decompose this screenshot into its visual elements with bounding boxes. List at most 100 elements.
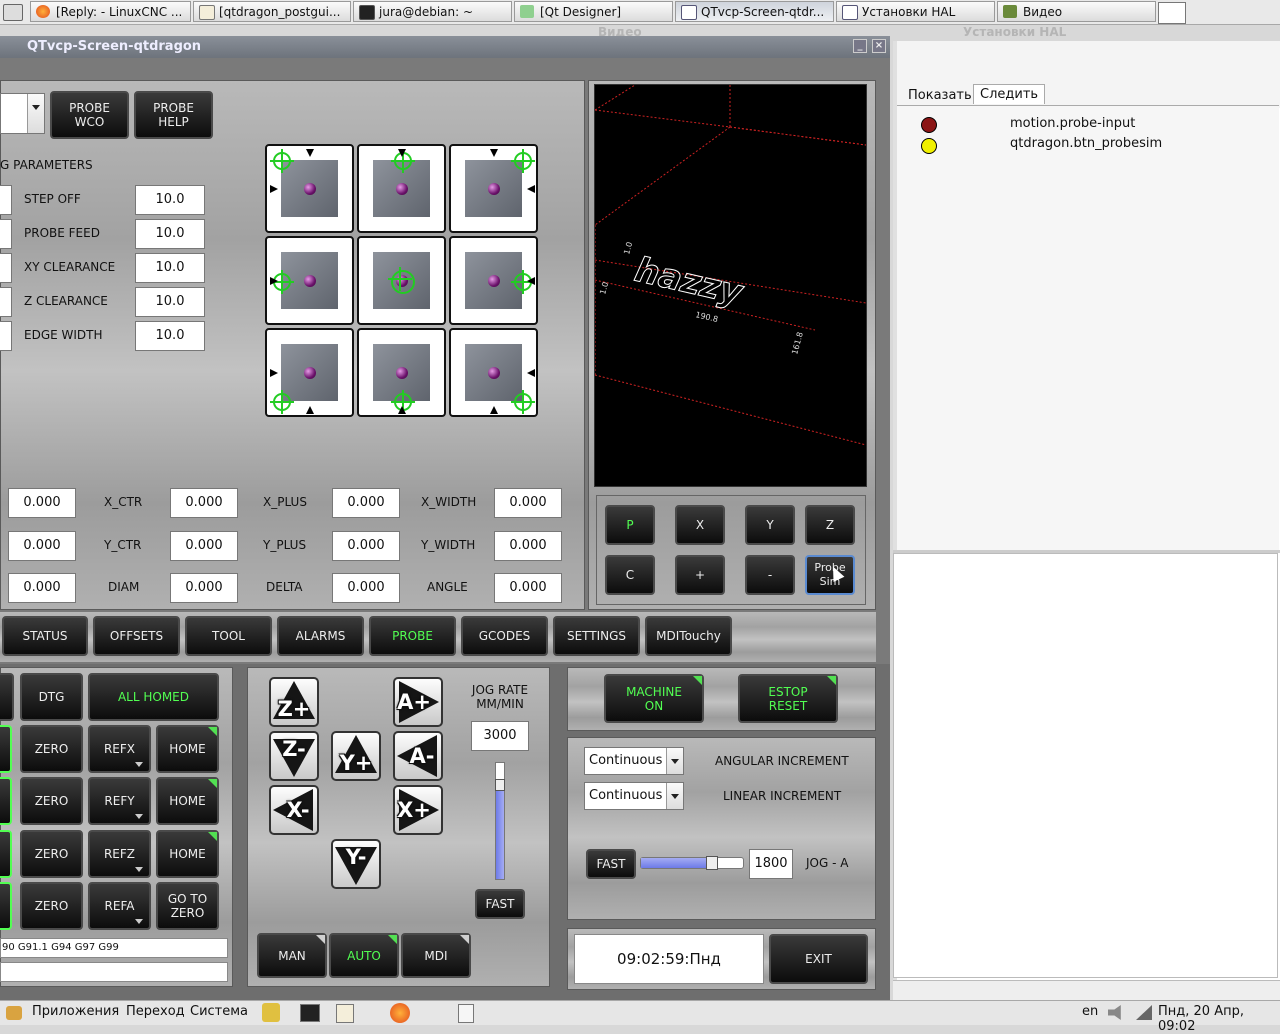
view-z-button[interactable]: Z [805, 505, 855, 545]
jog-a-minus-button[interactable]: A- [393, 731, 443, 781]
result-field[interactable]: 0.000 [8, 488, 76, 518]
jog-a-field[interactable]: 1800 [749, 849, 793, 879]
show-desktop-icon[interactable] [3, 4, 23, 21]
tab-gcodes[interactable]: GCODES [461, 616, 548, 656]
network-icon[interactable] [1136, 1005, 1152, 1020]
param-left-field[interactable] [0, 321, 12, 351]
volume-icon[interactable] [1108, 1005, 1121, 1020]
gcode-preview[interactable]: hazzy 190.8 161.8 1.0 1.0 [594, 84, 867, 487]
task-button-terminal[interactable]: jura@debian: ~ [353, 1, 512, 22]
jog-fast-button[interactable]: FAST [475, 889, 525, 919]
dro-axis-button[interactable] [0, 673, 14, 721]
refa-button[interactable]: REFA [88, 882, 151, 930]
zero-y-button[interactable]: ZERO [20, 777, 83, 825]
jog-rate-slider[interactable] [495, 762, 505, 880]
param-left-field[interactable] [0, 253, 12, 283]
estop-reset-button[interactable]: ESTOP RESET [738, 674, 838, 723]
x-ctr-field[interactable]: 0.000 [170, 488, 238, 518]
minimize-icon[interactable]: _ [853, 39, 867, 53]
menu-applications[interactable]: Приложения [32, 1004, 119, 1019]
task-button-editor[interactable]: [qtdragon_postgui... [193, 1, 351, 22]
view-p-button[interactable]: P [605, 505, 655, 545]
jog-a-plus-button[interactable]: A+ [393, 677, 443, 727]
delta-field[interactable]: 0.000 [332, 573, 400, 603]
angular-increment-combo[interactable]: Continuous [584, 747, 684, 775]
probe-corner-bottom-right-button[interactable] [449, 328, 538, 417]
terminal-launcher-icon[interactable] [300, 1004, 320, 1022]
menu-system[interactable]: Система [190, 1004, 248, 1019]
probe-help-button[interactable]: PROBE HELP [134, 91, 213, 139]
editor-launcher-icon[interactable] [336, 1004, 354, 1023]
dtg-button[interactable]: DTG [20, 673, 83, 721]
x-width-field[interactable]: 0.000 [494, 488, 562, 518]
xy-clearance-field[interactable]: 10.0 [135, 253, 205, 283]
tab-status[interactable]: STATUS [2, 616, 88, 656]
close-icon[interactable]: × [872, 39, 886, 53]
probe-wco-button[interactable]: PROBE WCO [50, 91, 129, 139]
jog-a-fast-button[interactable]: FAST [586, 849, 636, 879]
tab-mditouchy[interactable]: MDITouchy [645, 616, 732, 656]
refy-button[interactable]: REFY [88, 777, 151, 825]
home-y-button[interactable]: HOME [156, 777, 219, 825]
jog-a-slider-handle[interactable] [706, 856, 718, 870]
view-y-button[interactable]: Y [745, 505, 795, 545]
go-to-zero-button[interactable]: GO TO ZERO [156, 882, 219, 930]
mode-man-button[interactable]: MAN [257, 933, 327, 978]
zero-a-button[interactable]: ZERO [20, 882, 83, 930]
result-field[interactable]: 0.000 [8, 573, 76, 603]
y-width-field[interactable]: 0.000 [494, 531, 562, 561]
task-button-hal[interactable]: Установки HAL [836, 1, 995, 22]
task-button-qtvcp[interactable]: QTvcp-Screen-qtdr... [675, 1, 834, 22]
jog-z-plus-button[interactable]: Z+ [269, 677, 319, 727]
clear-view-button[interactable]: C [605, 555, 655, 595]
probe-corner-top-left-button[interactable] [265, 144, 354, 233]
zero-z-button[interactable]: ZERO [20, 830, 83, 878]
param-left-field[interactable] [0, 219, 12, 249]
trash-icon[interactable] [458, 1004, 474, 1023]
tab-probe[interactable]: PROBE [369, 616, 456, 656]
param-left-field[interactable] [0, 287, 12, 317]
tab-alarms[interactable]: ALARMS [277, 616, 364, 656]
angle-field[interactable]: 0.000 [494, 573, 562, 603]
exit-button[interactable]: EXIT [769, 934, 868, 984]
step-off-field[interactable]: 10.0 [135, 185, 205, 215]
menu-places[interactable]: Переход [126, 1004, 185, 1019]
jog-rate-field[interactable]: 3000 [471, 721, 529, 751]
tab-settings[interactable]: SETTINGS [553, 616, 640, 656]
mode-mdi-button[interactable]: MDI [401, 933, 471, 978]
probe-bottom-edge-button[interactable] [357, 328, 446, 417]
y-ctr-field[interactable]: 0.000 [170, 531, 238, 561]
mode-auto-button[interactable]: AUTO [329, 933, 399, 978]
probe-mode-combo[interactable] [0, 93, 45, 134]
refx-button[interactable]: REFX [88, 725, 151, 773]
linuxcnc-launcher-icon[interactable] [262, 1003, 280, 1022]
tab-tool[interactable]: TOOL [185, 616, 272, 656]
result-field[interactable]: 0.000 [8, 531, 76, 561]
task-button-firefox[interactable]: [Reply: - LinuxCNC ... [30, 1, 191, 22]
jog-a-slider[interactable] [640, 856, 744, 870]
jog-x-plus-button[interactable]: X+ [393, 785, 443, 835]
edge-width-field[interactable]: 10.0 [135, 321, 205, 351]
task-button-video[interactable]: Видео [997, 1, 1156, 22]
home-z-button[interactable]: HOME [156, 830, 219, 878]
view-x-button[interactable]: X [675, 505, 725, 545]
probe-center-button[interactable] [357, 236, 446, 325]
zero-x-button[interactable]: ZERO [20, 725, 83, 773]
keyboard-layout[interactable]: en [1082, 1004, 1098, 1019]
clock-datetime[interactable]: Пнд, 20 Апр, 09:02 [1158, 1004, 1280, 1034]
tab-watch[interactable]: Следить [973, 84, 1046, 104]
probe-left-edge-button[interactable] [265, 236, 354, 325]
firefox-launcher-icon[interactable] [390, 1003, 410, 1023]
hal-command-entry[interactable] [893, 980, 1280, 1001]
jog-y-minus-button[interactable]: Y- [331, 839, 381, 889]
machine-on-button[interactable]: MACHINE ON [604, 674, 704, 723]
workspace-switcher[interactable] [1158, 2, 1186, 24]
tab-show[interactable]: Показать [903, 85, 977, 106]
home-x-button[interactable]: HOME [156, 725, 219, 773]
zoom-in-button[interactable]: + [675, 555, 725, 595]
param-left-field[interactable] [0, 185, 12, 215]
linear-increment-combo[interactable]: Continuous [584, 782, 684, 810]
z-clearance-field[interactable]: 10.0 [135, 287, 205, 317]
refz-button[interactable]: REFZ [88, 830, 151, 878]
diam-field[interactable]: 0.000 [170, 573, 238, 603]
